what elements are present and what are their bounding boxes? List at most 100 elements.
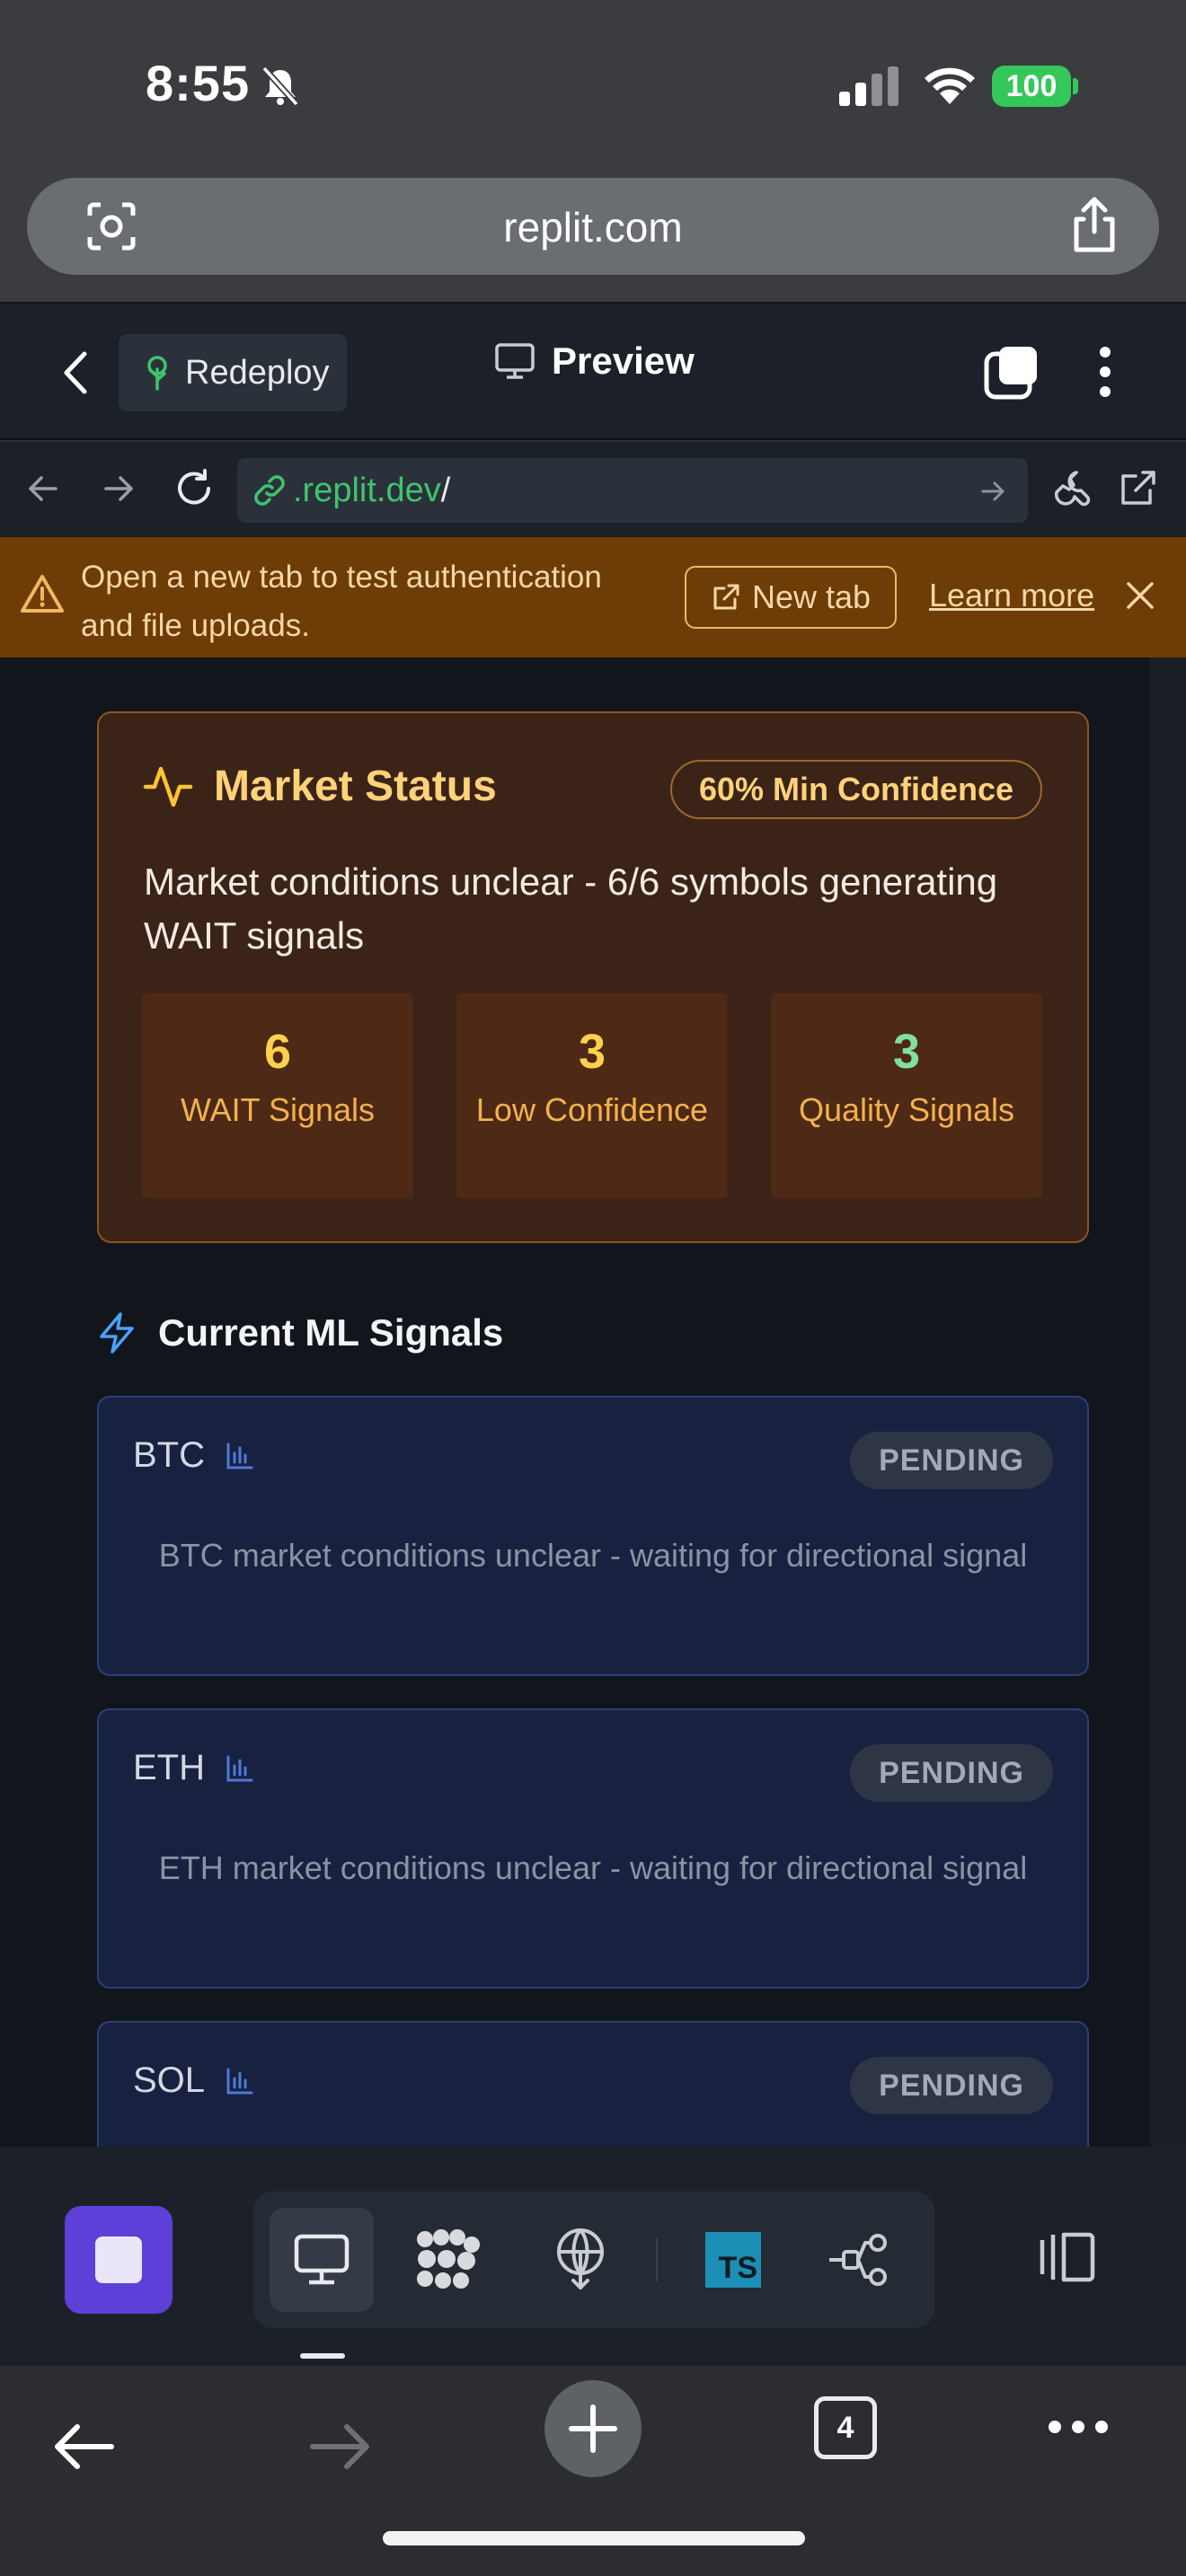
arrow-right-icon [307, 2420, 372, 2474]
battery-cap [1073, 78, 1078, 94]
status-time: 8:55 [146, 55, 251, 111]
plus-icon [568, 2404, 618, 2454]
signal-symbol-label: SOL [133, 2060, 206, 2100]
monitor-icon [293, 2233, 350, 2287]
new-tab-button[interactable]: New tab [685, 566, 897, 629]
deploy-icon [553, 2228, 607, 2291]
stat-value: 3 [578, 1025, 606, 1079]
new-tab-label: New tab [751, 578, 872, 615]
address-path: / [440, 471, 451, 509]
safari-url-text[interactable]: replit.com [27, 203, 1159, 251]
status-bar: 8:55 100 [0, 0, 1186, 171]
confidence-badge: 60% Min Confidence [669, 760, 1042, 819]
auth-warning-banner: Open a new tab to test authentication an… [0, 537, 1186, 657]
stat-low-confidence: 3 Low Confidence [456, 993, 728, 1198]
redeploy-label: Redeploy [185, 353, 330, 392]
close-icon[interactable] [1125, 580, 1155, 611]
stat-value: 6 [263, 1025, 292, 1079]
status-badge: PENDING [850, 2057, 1053, 2114]
address-field[interactable]: .replit.dev / [237, 458, 1028, 523]
status-badge: PENDING [850, 1744, 1053, 1802]
arrow-left-icon[interactable] [52, 2420, 117, 2474]
safari-url-bar[interactable]: replit.com [27, 178, 1159, 275]
active-tool-indicator [300, 2353, 345, 2359]
warning-icon [20, 573, 65, 614]
panels-icon[interactable] [1033, 2229, 1098, 2285]
signal-message: BTC market conditions unclear - waiting … [158, 1537, 1028, 1574]
redeploy-button[interactable]: Redeploy [119, 334, 347, 411]
bar-chart-icon [225, 1441, 255, 1471]
ml-signals-heading: Current ML Signals [97, 1311, 503, 1354]
packages-icon [414, 2228, 481, 2291]
replit-header: Redeploy Preview [0, 302, 1186, 438]
signal-symbol-label: ETH [133, 1748, 205, 1787]
signal-card-sol[interactable]: SOL PENDING [97, 2021, 1089, 2147]
sprout-icon [142, 355, 173, 391]
typescript-icon: TS [705, 2232, 761, 2288]
git-tool-button[interactable] [805, 2208, 909, 2312]
tool-switcher: TS [253, 2192, 934, 2328]
battery-level: 100 [992, 66, 1071, 107]
arrow-right-icon[interactable] [101, 471, 137, 507]
stat-label: Quality Signals [798, 1091, 1015, 1128]
preview-browser-nav: .replit.dev / [0, 440, 1186, 537]
status-badge: PENDING [850, 1432, 1053, 1489]
bell-slash-icon [259, 65, 302, 108]
lightning-icon [97, 1311, 137, 1354]
stat-wait-signals: 6 WAIT Signals [142, 993, 413, 1198]
scroll-gutter [1150, 657, 1186, 2147]
tabs-icon[interactable] [983, 345, 1040, 401]
market-status-card: Market Status 60% Min Confidence Market … [97, 711, 1089, 1243]
signal-symbol: BTC [133, 1435, 255, 1476]
home-indicator [383, 2531, 805, 2545]
replit-bottom-dock: TS [0, 2147, 1186, 2366]
preview-label: Preview [552, 340, 695, 382]
stop-icon [95, 2236, 142, 2283]
signal-symbol: ETH [133, 1748, 255, 1788]
share-icon[interactable] [1067, 196, 1121, 255]
kebab-icon[interactable] [1096, 345, 1114, 399]
deploy-tool-button[interactable] [528, 2208, 633, 2312]
dock-divider [656, 2238, 658, 2281]
packages-tool-button[interactable] [395, 2208, 500, 2312]
market-status-description: Market conditions unclear - 6/6 symbols … [144, 860, 998, 957]
cellular-icon [839, 66, 902, 106]
preview-tab[interactable]: Preview [494, 340, 695, 383]
new-tab-plus-button[interactable] [544, 2380, 642, 2477]
wrench-icon[interactable] [1051, 467, 1093, 508]
external-link-icon[interactable] [1118, 467, 1159, 508]
external-link-icon [711, 582, 741, 613]
stat-value: 3 [892, 1025, 921, 1079]
monitor-icon [494, 342, 535, 380]
go-arrow-icon[interactable] [979, 478, 1006, 505]
warning-message: Open a new tab to test authentication an… [81, 560, 602, 643]
reload-icon[interactable] [173, 467, 216, 510]
arrow-left-icon[interactable] [25, 471, 61, 507]
preview-tool-button[interactable] [270, 2208, 374, 2312]
more-icon[interactable] [1046, 2416, 1111, 2438]
wifi-icon [922, 63, 978, 106]
tab-count-button[interactable]: 4 [814, 2396, 877, 2459]
signal-symbol-label: BTC [133, 1435, 205, 1475]
stat-quality-signals: 3 Quality Signals [771, 993, 1042, 1198]
address-domain: .replit.dev [293, 471, 441, 509]
typescript-tool-button[interactable]: TS [681, 2208, 785, 2312]
signal-message: ETH market conditions unclear - waiting … [158, 1849, 1028, 1886]
chevron-left-icon[interactable] [59, 348, 92, 397]
bar-chart-icon [225, 1753, 255, 1784]
safari-top-chrome: 8:55 100 replit.com [0, 0, 1186, 302]
link-icon [252, 472, 288, 508]
bar-chart-icon [225, 2066, 255, 2096]
stat-label: Low Confidence [475, 1091, 709, 1128]
git-icon [826, 2230, 889, 2289]
market-status-title: Market Status [142, 760, 497, 812]
market-status-heading: Market Status [214, 762, 497, 810]
signal-symbol: SOL [133, 2060, 255, 2101]
signal-card-eth[interactable]: ETH PENDING ETH market conditions unclea… [97, 1708, 1089, 1989]
activity-icon [142, 760, 194, 812]
ml-signals-title: Current ML Signals [158, 1311, 504, 1354]
preview-content: Market Status 60% Min Confidence Market … [0, 657, 1186, 2147]
signal-card-btc[interactable]: BTC PENDING BTC market conditions unclea… [97, 1396, 1089, 1676]
learn-more-link[interactable]: Learn more [929, 577, 1094, 614]
stop-button[interactable] [65, 2206, 173, 2314]
